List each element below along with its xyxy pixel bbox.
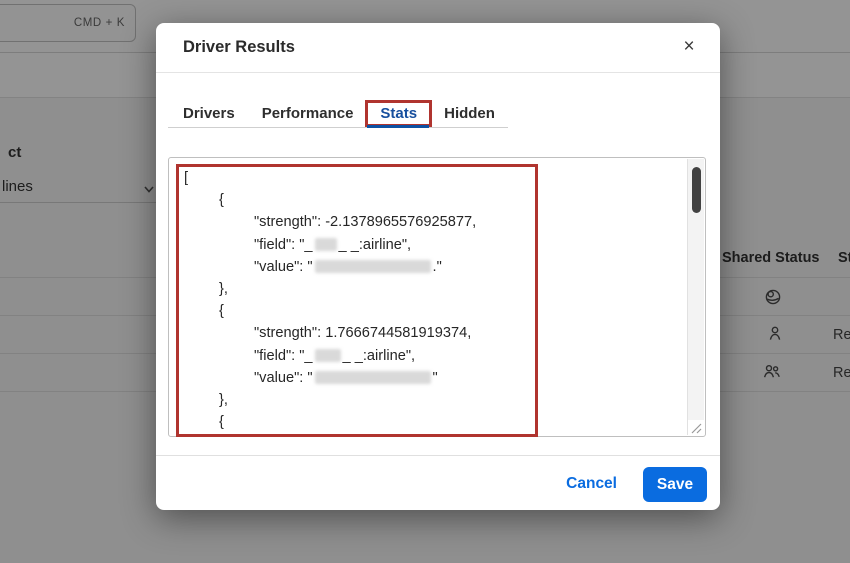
code-line: }, — [219, 280, 228, 297]
modal-footer: Cancel Save — [156, 455, 720, 510]
code-line: "strength": 1.7666744581919374, — [254, 325, 472, 342]
tabs: Drivers Performance Stats Hidden — [183, 98, 495, 128]
tabbar-divider — [168, 127, 508, 128]
modal-title: Driver Results — [183, 38, 295, 56]
code-line: { — [219, 192, 224, 209]
redacted-text — [314, 237, 337, 251]
tab-drivers[interactable]: Drivers — [183, 105, 235, 122]
code-line: "value": " ." — [254, 258, 442, 275]
code-line: }, — [219, 391, 228, 408]
cancel-button[interactable]: Cancel — [566, 475, 617, 493]
code-line: { — [219, 414, 224, 431]
code-line: "field": "_ _ _:airline", — [254, 236, 412, 253]
modal-header: Driver Results × — [156, 23, 720, 73]
scrollbar-track[interactable] — [687, 159, 704, 435]
code-line: { — [219, 303, 224, 320]
code-content[interactable]: [ { "strength": -2.1378965576925877, "field… — [169, 158, 687, 436]
tab-performance[interactable]: Performance — [262, 105, 354, 122]
driver-results-modal: Driver Results × Drivers Performance Sta… — [156, 23, 720, 510]
resize-grip[interactable] — [688, 420, 704, 435]
stats-json-textarea[interactable]: [ { "strength": -2.1378965576925877, "field… — [168, 157, 706, 437]
tab-stats[interactable]: Stats — [365, 99, 433, 127]
active-tab-indicator — [367, 125, 429, 128]
redacted-text — [314, 259, 431, 273]
redacted-text — [314, 348, 341, 362]
close-icon[interactable]: × — [676, 34, 702, 60]
code-line: "strength": -2.1378965576925877, — [254, 214, 477, 231]
redacted-text — [314, 370, 431, 384]
code-line: "value": " " — [254, 369, 438, 386]
tab-hidden[interactable]: Hidden — [444, 105, 495, 122]
scrollbar-thumb[interactable] — [692, 167, 701, 213]
code-line: "field": "_ _ _:airline", — [254, 347, 416, 364]
code-line: [ — [184, 170, 189, 186]
save-button[interactable]: Save — [643, 467, 707, 502]
